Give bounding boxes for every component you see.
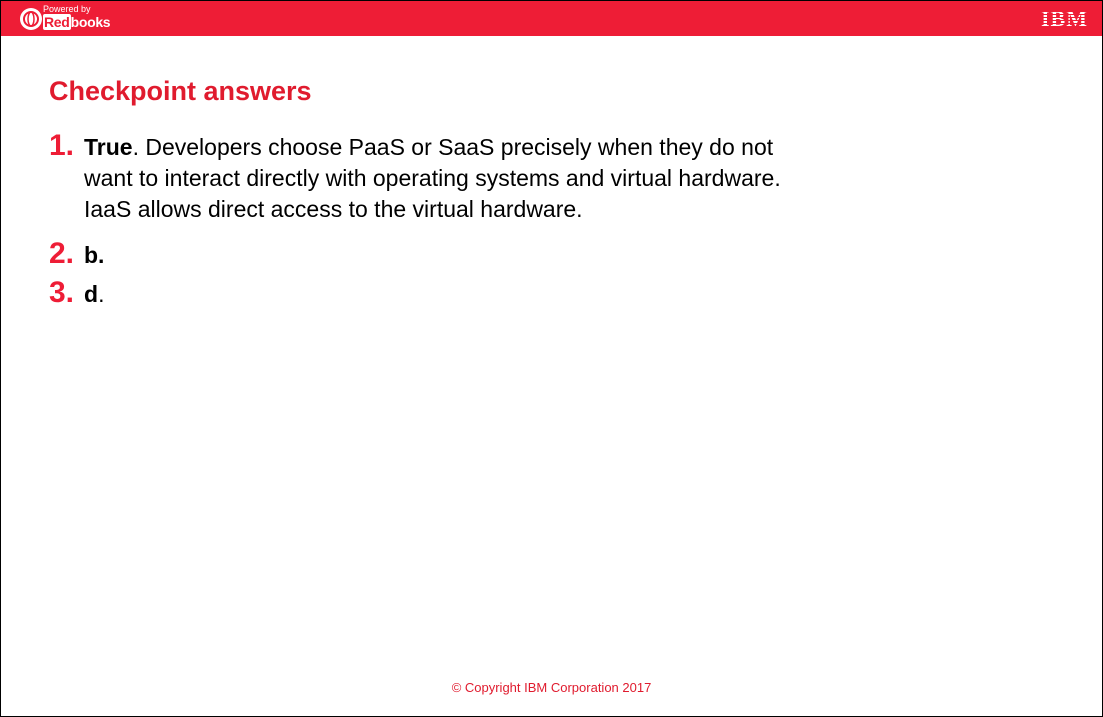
copyright-footer: © Copyright IBM Corporation 2017 xyxy=(451,680,652,695)
logo-brand: Redbooks xyxy=(43,14,111,30)
redbooks-logo: Powered by Redbooks xyxy=(18,4,128,32)
globe-icon xyxy=(20,8,42,30)
answer-text-1-line3: IaaS allows direct access to the virtual… xyxy=(84,196,583,222)
answer-text-1-line2: want to interact directly with operating… xyxy=(84,165,781,191)
ibm-logo: IBM xyxy=(1041,6,1088,31)
slide-frame xyxy=(0,0,1103,717)
logo-powered-text: Powered by xyxy=(43,4,91,14)
answer-number-2: 2. xyxy=(49,237,75,270)
logo-brand-white: books xyxy=(70,14,111,30)
answer-item-1: 1. True. Developers choose PaaS or SaaS p… xyxy=(49,130,1049,225)
answer-text-3: . xyxy=(98,281,105,307)
answer-bold-1: True xyxy=(84,134,133,160)
answer-bold-3: d xyxy=(84,281,99,307)
logo-brand-red: Red xyxy=(43,14,71,30)
answer-item-2: 2. b. xyxy=(49,238,104,271)
answer-bold-2: b. xyxy=(84,242,105,268)
answer-number-1: 1. xyxy=(49,129,75,162)
answer-item-3: 3. d. xyxy=(49,277,104,310)
slide-title: Checkpoint answers xyxy=(49,76,312,106)
answer-text-1-line1: . Developers choose PaaS or SaaS precise… xyxy=(132,134,774,160)
header-banner: Powered by Redbooks IBM xyxy=(1,1,1102,36)
answer-number-3: 3. xyxy=(49,276,75,309)
